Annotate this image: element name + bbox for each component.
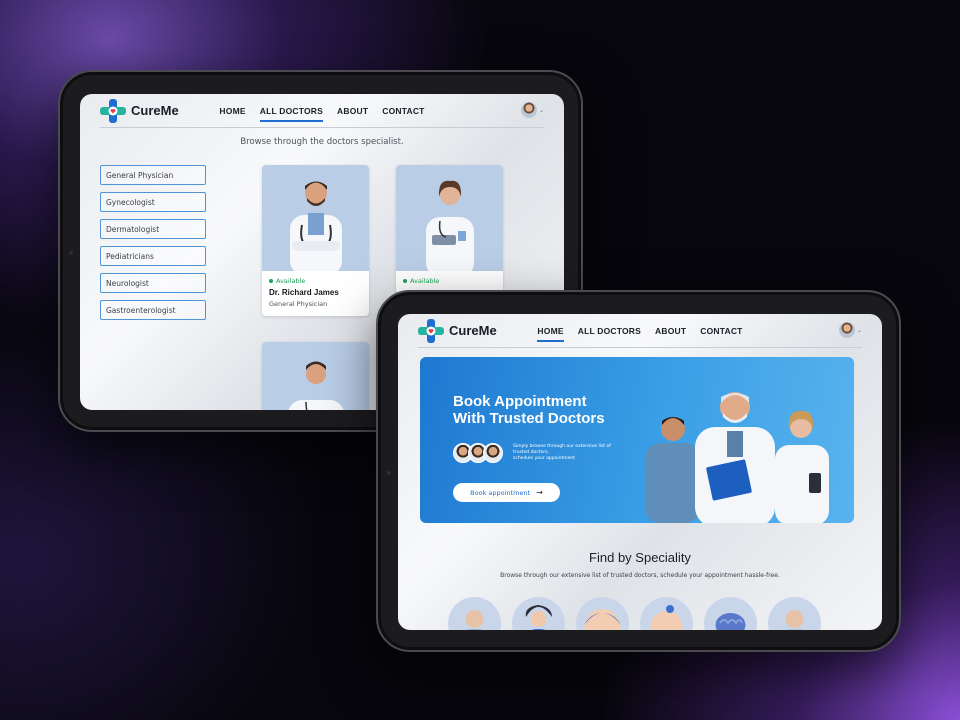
general-physician-icon[interactable] xyxy=(448,597,501,630)
hero-description-line: schedule your appointment xyxy=(513,456,576,461)
nav-all-doctors[interactable]: ALL DOCTORS xyxy=(578,323,641,339)
camera-dot xyxy=(69,251,73,255)
doctor-card[interactable]: Available Dr. Richard James General Phys… xyxy=(262,165,369,316)
arrow-right-icon: → xyxy=(536,488,543,497)
hero-title: Book Appointment With Trusted Doctors xyxy=(453,393,633,427)
home-screen: CureMe HOME ALL DOCTORS ABOUT CONTACT ⌄ … xyxy=(398,314,882,630)
hero-title-line: Book Appointment xyxy=(453,393,587,410)
nav-all-doctors[interactable]: ALL DOCTORS xyxy=(259,103,324,122)
chevron-down-icon: ⌄ xyxy=(856,326,862,334)
avatar xyxy=(483,443,503,463)
nav-contact[interactable]: CONTACT xyxy=(382,103,424,119)
speciality-subtitle: Browse through our extensive list of tru… xyxy=(500,572,780,579)
filter-neurologist[interactable]: Neurologist xyxy=(100,273,206,293)
chevron-down-icon: ⌄ xyxy=(538,106,544,114)
hero-banner: Book Appointment With Trusted Doctors Si… xyxy=(420,357,854,523)
pediatrician-icon[interactable] xyxy=(640,597,693,630)
profile-menu[interactable]: ⌄ xyxy=(838,322,862,338)
filter-pediatricians[interactable]: Pediatricians xyxy=(100,246,206,266)
gynecologist-icon[interactable] xyxy=(512,597,565,630)
nav-contact[interactable]: CONTACT xyxy=(700,323,742,339)
availability-status: Available xyxy=(403,277,496,285)
filter-gynecologist[interactable]: Gynecologist xyxy=(100,192,206,212)
doctor-card[interactable] xyxy=(262,342,369,410)
doctor-card[interactable]: Available xyxy=(396,165,503,293)
hero-title-line: With Trusted Doctors xyxy=(453,410,605,427)
filter-general-physician[interactable]: General Physician xyxy=(100,165,206,185)
tablet-front: CureMe HOME ALL DOCTORS ABOUT CONTACT ⌄ … xyxy=(376,290,901,652)
book-appointment-button[interactable]: Book appointment → xyxy=(453,483,560,502)
avatar xyxy=(838,322,855,338)
availability-status: Available xyxy=(269,277,362,285)
main-menu: HOME ALL DOCTORS ABOUT CONTACT xyxy=(100,94,544,128)
nav-home[interactable]: HOME xyxy=(537,323,565,342)
hero-description: Simply browse through our extensive list… xyxy=(513,444,633,462)
speciality-filter-list: General Physician Gynecologist Dermatolo… xyxy=(100,165,206,320)
doctor-photo xyxy=(262,342,369,410)
nav-about[interactable]: ABOUT xyxy=(655,323,686,339)
speciality-title: Find by Speciality xyxy=(589,550,691,565)
doctor-photo xyxy=(396,165,503,271)
doctor-avatars-group xyxy=(453,443,503,463)
camera-dot xyxy=(387,471,391,475)
doctor-speciality: General Physician xyxy=(269,300,328,308)
profile-menu[interactable]: ⌄ xyxy=(520,102,544,118)
book-appointment-label: Book appointment xyxy=(470,488,531,497)
nav-about[interactable]: ABOUT xyxy=(337,103,368,119)
gastroenterologist-icon[interactable] xyxy=(768,597,821,630)
doctor-photo xyxy=(262,165,369,271)
speciality-icon-row xyxy=(448,597,821,630)
navbar: CureMe HOME ALL DOCTORS ABOUT CONTACT ⌄ xyxy=(418,314,862,348)
filter-gastroenterologist[interactable]: Gastroenterologist xyxy=(100,300,206,320)
doctors-group-illustration xyxy=(645,392,829,523)
neurologist-icon[interactable] xyxy=(704,597,757,630)
dermatologist-icon[interactable] xyxy=(576,597,629,630)
main-menu: HOME ALL DOCTORS ABOUT CONTACT xyxy=(418,314,862,348)
doctor-name: Dr. Richard James xyxy=(269,288,339,297)
avatar xyxy=(520,102,537,118)
browse-heading: Browse through the doctors specialist. xyxy=(240,137,404,147)
nav-home[interactable]: HOME xyxy=(219,103,245,119)
filter-dermatologist[interactable]: Dermatologist xyxy=(100,219,206,239)
navbar: CureMe HOME ALL DOCTORS ABOUT CONTACT ⌄ xyxy=(100,94,544,128)
